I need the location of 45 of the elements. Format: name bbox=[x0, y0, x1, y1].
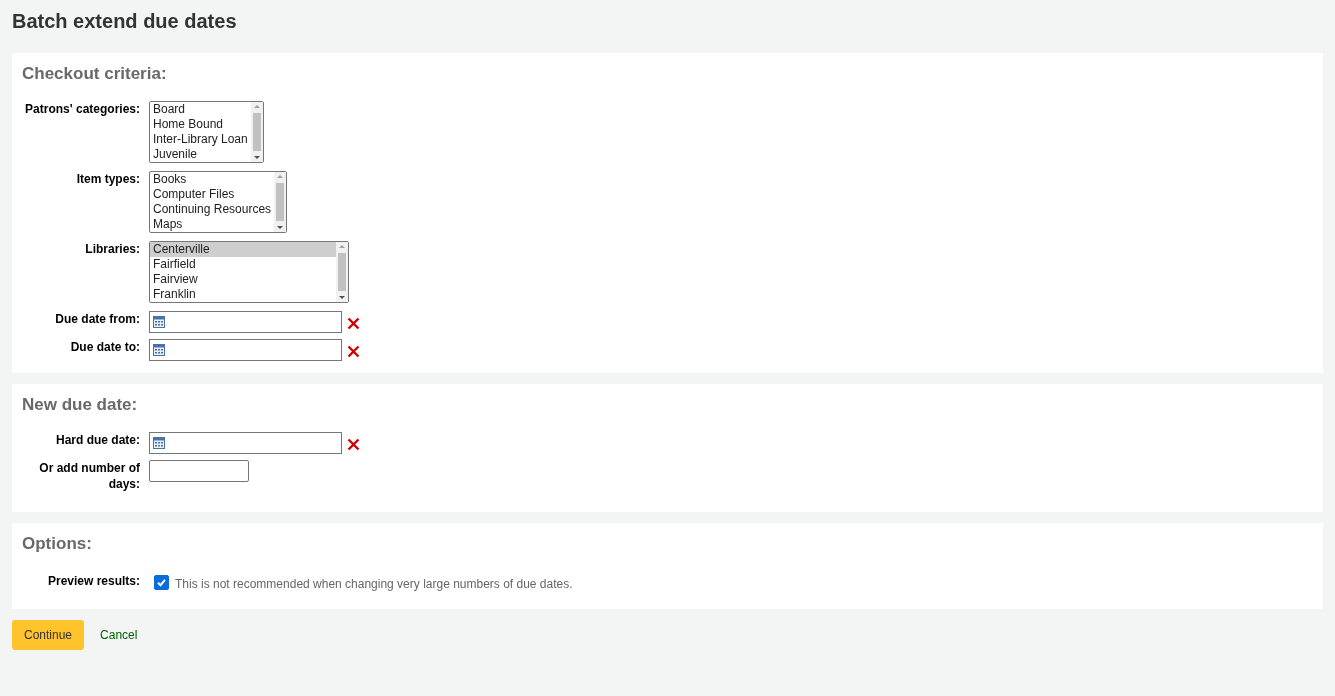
calendar-icon[interactable] bbox=[153, 344, 165, 356]
field-label: Or add number of days: bbox=[38, 460, 140, 492]
scrollbar[interactable] bbox=[274, 172, 287, 232]
list-option[interactable]: Books bbox=[150, 172, 275, 187]
calendar-icon[interactable] bbox=[153, 437, 165, 449]
field-label: Patrons' categories: bbox=[24, 101, 140, 117]
select-list[interactable]: Board Home Bound Inter-Library Loan Juvenile bbox=[149, 101, 264, 163]
list-option[interactable]: Fairfield bbox=[150, 257, 336, 272]
scrollbar[interactable] bbox=[250, 102, 263, 162]
clear-icon[interactable] bbox=[347, 345, 360, 358]
hint-text: This is not recommended when changing very large numbers of due dates. bbox=[175, 576, 573, 593]
list-option[interactable]: Inter-Library Loan bbox=[150, 132, 251, 147]
list-option[interactable]: Maps bbox=[150, 217, 275, 232]
scrollbar[interactable] bbox=[336, 242, 348, 302]
section-heading: Checkout criteria: bbox=[22, 63, 168, 85]
date-field[interactable] bbox=[149, 311, 342, 333]
select-list[interactable]: Books Computer Files Continuing Resources Maps bbox=[149, 171, 288, 233]
list-option[interactable]: Home Bound bbox=[150, 117, 251, 132]
clear-icon[interactable] bbox=[347, 438, 360, 451]
continue-button[interactable]: Continue bbox=[12, 620, 85, 650]
list-option[interactable]: Computer Files bbox=[150, 187, 275, 202]
list-option[interactable]: Fairview bbox=[150, 272, 336, 287]
list-option[interactable]: Juvenile bbox=[150, 147, 251, 162]
field-label: Preview results: bbox=[46, 573, 140, 589]
field-label: Hard due date: bbox=[55, 432, 140, 448]
field-label: Item types: bbox=[75, 171, 140, 187]
clear-icon[interactable] bbox=[347, 317, 360, 330]
select-list[interactable]: Centerville Fairfield Fairview Franklin bbox=[149, 241, 349, 303]
calendar-icon[interactable] bbox=[153, 316, 165, 328]
list-option[interactable]: Centerville bbox=[150, 242, 336, 257]
field-label: Due date to: bbox=[69, 339, 140, 355]
section-heading: New due date: bbox=[22, 394, 139, 416]
checkbox[interactable] bbox=[154, 575, 169, 590]
field-label: Due date from: bbox=[54, 311, 140, 327]
list-option[interactable]: Continuing Resources bbox=[150, 202, 275, 217]
date-field[interactable] bbox=[149, 432, 342, 454]
page-title: Batch extend due dates bbox=[12, 9, 238, 33]
field-label: Libraries: bbox=[84, 241, 140, 257]
list-option[interactable]: Board bbox=[150, 102, 251, 117]
list-option[interactable]: Franklin bbox=[150, 287, 336, 302]
input-field[interactable] bbox=[149, 460, 249, 482]
cancel-link[interactable]: Cancel bbox=[100, 628, 138, 642]
date-field[interactable] bbox=[149, 339, 342, 361]
checkmark-icon bbox=[155, 576, 168, 589]
section-heading: Options: bbox=[22, 533, 93, 555]
